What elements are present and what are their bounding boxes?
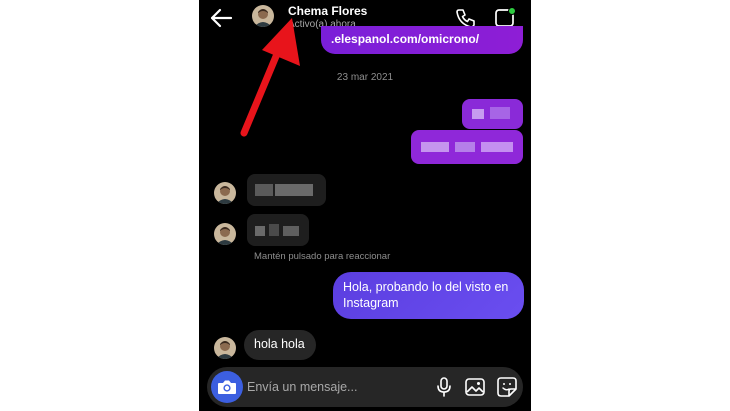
message-composer (207, 367, 523, 407)
header-avatar[interactable] (252, 5, 274, 27)
camera-button[interactable] (211, 371, 243, 403)
pixelated-sent-message[interactable] (462, 99, 523, 129)
contact-avatar[interactable] (214, 337, 236, 359)
sent-link-message[interactable]: .elespanol.com/omicrono/ (321, 26, 523, 54)
received-message[interactable]: hola hola (244, 330, 316, 360)
image-icon[interactable] (464, 376, 486, 398)
contact-avatar[interactable] (214, 223, 236, 245)
message-input[interactable] (247, 375, 417, 399)
pixelated-sent-message[interactable] (411, 130, 523, 164)
sticker-icon[interactable] (496, 376, 518, 398)
contact-avatar[interactable] (214, 182, 236, 204)
video-camera-icon[interactable] (494, 6, 516, 28)
microphone-icon[interactable] (433, 376, 455, 398)
react-hint: Mantén pulsado para reaccionar (254, 251, 391, 262)
sent-message[interactable]: Hola, probando lo del visto en Instagram (333, 272, 524, 319)
back-arrow-icon[interactable] (209, 7, 233, 29)
pixelated-received-message[interactable] (247, 214, 309, 246)
contact-name[interactable]: Chema Flores (288, 4, 367, 18)
chat-screen: Chema Flores Activo(a) ahora .elespanol.… (199, 0, 531, 411)
date-separator: 23 mar 2021 (336, 72, 394, 83)
camera-icon (218, 380, 236, 394)
pixelated-received-message[interactable] (247, 174, 326, 206)
